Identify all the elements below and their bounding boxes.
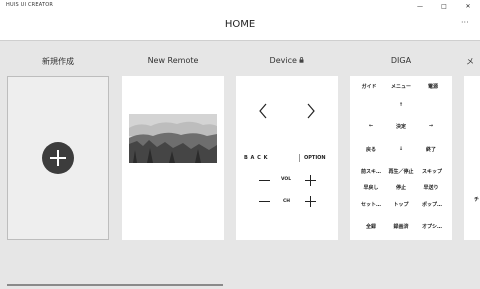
remote-card-new-remote[interactable] [122, 76, 224, 240]
card-label-new: 新規作成 [42, 57, 74, 66]
diga-right-button[interactable]: → [414, 123, 448, 129]
diga-setup-button[interactable]: セット… [354, 201, 388, 208]
app-title: HUIS UI CREATOR [6, 2, 54, 8]
volume-down-button[interactable] [259, 180, 270, 181]
header-divider [0, 40, 480, 41]
card-label-new-remote: New Remote [147, 56, 199, 65]
new-remote-card[interactable] [7, 76, 109, 240]
add-icon[interactable] [42, 142, 74, 174]
diga-rewind-button[interactable]: 早戻し [354, 184, 388, 191]
close-button[interactable]: ✕ [456, 0, 480, 13]
diga-left-button[interactable]: ← [354, 123, 388, 129]
channel-down-button[interactable] [259, 201, 270, 202]
card-label-partial: メ [466, 57, 474, 66]
diga-recorded-button[interactable]: 録画済 [384, 223, 418, 230]
landscape-image [129, 114, 217, 163]
channel-label: CH [283, 199, 291, 204]
device-label-text: Device [269, 56, 297, 65]
diga-record-all-button[interactable]: 全録 [354, 223, 388, 230]
diga-up-button[interactable]: ↑ [384, 102, 418, 108]
diga-guide-button[interactable]: ガイド [352, 83, 386, 90]
diga-popup-button[interactable]: ポップ… [415, 201, 449, 208]
title-bar: HUIS UI CREATOR — □ ✕ [0, 0, 480, 13]
diga-power-button[interactable]: 電源 [416, 83, 450, 90]
diga-prev-skip-button[interactable]: 前スキ… [354, 168, 388, 175]
right-arrow-icon[interactable] [306, 103, 316, 123]
scrollbar-thumb[interactable] [7, 284, 223, 286]
minimize-button[interactable]: — [408, 0, 432, 13]
diga-top-button[interactable]: トップ [384, 201, 418, 208]
partial-card-text: チ [474, 197, 480, 203]
diga-menu-button[interactable]: メニュー [384, 83, 418, 90]
remote-card-partial[interactable]: チ [464, 76, 480, 240]
diga-exit-button[interactable]: 終了 [414, 146, 448, 153]
diga-option-button[interactable]: オプシ… [415, 223, 449, 230]
diga-fast-forward-button[interactable]: 早送り [414, 184, 448, 191]
more-options-icon[interactable]: ··· [461, 18, 469, 27]
card-label-device: Device [236, 56, 338, 68]
volume-label: VOL [281, 177, 292, 182]
remote-card-diga[interactable]: ガイド メニュー 電源 ↑ ← 決定 → 戻る ↓ 終了 前スキ… 再生／停止 … [350, 76, 452, 240]
lock-icon [299, 56, 304, 63]
diga-play-stop-button[interactable]: 再生／停止 [384, 168, 418, 175]
diga-back-button[interactable]: 戻る [354, 146, 388, 153]
diga-stop-button[interactable]: 停止 [384, 184, 418, 191]
back-button[interactable]: B A C K [244, 155, 268, 161]
maximize-button[interactable]: □ [432, 0, 456, 13]
page-header: HOME ··· [0, 13, 480, 40]
option-button[interactable]: OPTION [304, 155, 326, 161]
diga-ok-button[interactable]: 決定 [384, 123, 418, 130]
left-arrow-icon[interactable] [258, 103, 268, 123]
card-label-diga: DIGA [390, 56, 412, 65]
remote-card-device[interactable]: B A C K OPTION VOL CH [236, 76, 338, 240]
divider [299, 154, 300, 162]
page-title: HOME [224, 19, 256, 30]
diga-skip-button[interactable]: スキップ [415, 168, 449, 175]
diga-down-button[interactable]: ↓ [384, 146, 418, 152]
